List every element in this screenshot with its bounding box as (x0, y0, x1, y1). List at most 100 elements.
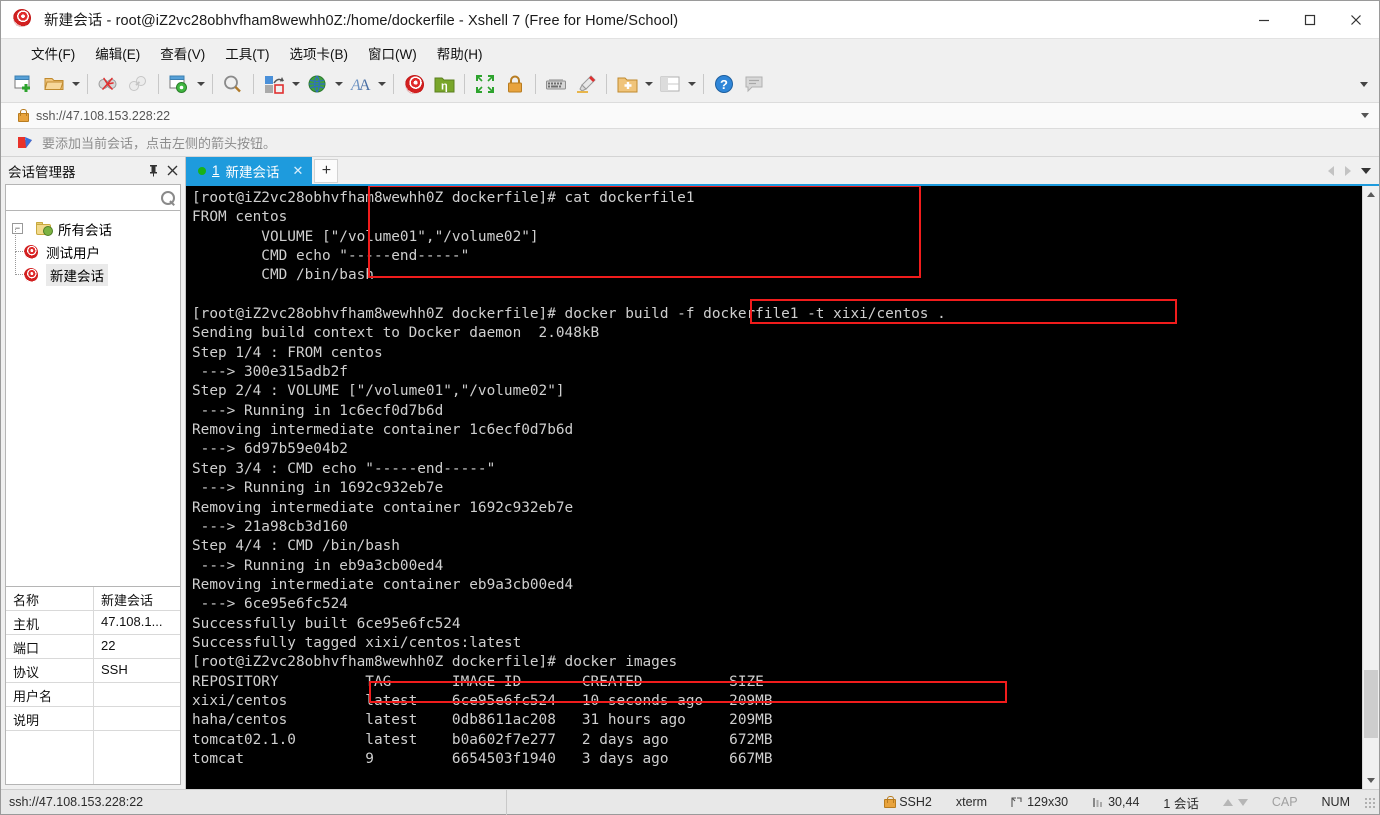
terminal-line: ---> 6ce95e6fc524 (192, 596, 348, 613)
menu-tools[interactable]: 工具(T) (215, 40, 279, 66)
search-icon[interactable] (160, 190, 176, 206)
tree-item-test-user[interactable]: 测试用户 (6, 229, 180, 263)
disconnect-icon[interactable] (93, 69, 123, 99)
session-search-box[interactable] (5, 184, 181, 211)
property-key: 说明 (6, 707, 94, 730)
session-icon (22, 265, 41, 284)
resize-grip[interactable] (1362, 795, 1376, 809)
property-value (94, 707, 180, 730)
minimize-button[interactable] (1241, 1, 1287, 39)
hint-bar: 要添加当前会话，点击左侧的箭头按钮。 (1, 129, 1379, 157)
maximize-button[interactable] (1287, 1, 1333, 39)
main-body: 会话管理器 − 所有会话 测试用户 新建会话 名称 新建会话 主机 47.108… (1, 157, 1379, 789)
status-size: 129x30 (999, 795, 1080, 809)
xshell-icon[interactable] (399, 69, 429, 99)
session-icon (22, 242, 41, 261)
terminal-line: xixi/centos latest 6ce95e6fc524 10 secon… (192, 692, 773, 709)
tree-item-label: 测试用户 (46, 245, 100, 261)
tree-root-all-sessions[interactable]: − 所有会话 (6, 217, 180, 240)
xftp-icon[interactable]: η (429, 69, 459, 99)
hint-text: 要添加当前会话，点击左侧的箭头按钮。 (42, 136, 277, 151)
tab-scroll-right-icon[interactable] (1340, 160, 1355, 182)
arrow-up-icon (1222, 798, 1233, 806)
toolbar-overflow-button[interactable] (1357, 69, 1371, 99)
tab-label: 新建会话 (225, 164, 280, 180)
close-button[interactable] (1333, 1, 1379, 39)
add-folder-dropdown-icon[interactable] (642, 69, 655, 99)
feedback-icon[interactable] (739, 69, 769, 99)
new-session-icon[interactable] (9, 69, 39, 99)
folder-settings-icon (36, 221, 53, 236)
tree-collapse-icon[interactable]: − (12, 223, 23, 234)
tab-scroll-left-icon[interactable] (1323, 160, 1338, 182)
menu-edit[interactable]: 编辑(E) (85, 40, 150, 66)
terminal-line: Successfully tagged xixi/centos:latest (192, 634, 522, 651)
close-panel-icon[interactable] (164, 161, 181, 181)
tab-close-icon[interactable]: ✕ (290, 163, 307, 179)
tab-list-icon[interactable] (1357, 160, 1375, 182)
menu-help[interactable]: 帮助(H) (427, 40, 493, 66)
scroll-down-button[interactable] (1363, 772, 1379, 789)
address-dropdown-icon[interactable] (1357, 113, 1373, 118)
font-icon[interactable]: A A (345, 69, 375, 99)
layout-icon[interactable] (655, 69, 685, 99)
terminal-line: CMD /bin/bash (192, 267, 374, 284)
toolbar: A A η ? (1, 66, 1379, 103)
property-row-empty (6, 731, 180, 784)
scrollbar-thumb[interactable] (1364, 669, 1378, 738)
layout-dropdown-icon[interactable] (685, 69, 698, 99)
highlight-icon[interactable] (571, 69, 601, 99)
tree-root-label: 所有会话 (58, 222, 112, 238)
property-key: 用户名 (6, 683, 94, 706)
open-folder-icon[interactable] (39, 69, 69, 99)
menu-view[interactable]: 查看(V) (150, 40, 215, 66)
toolbar-separator (535, 74, 536, 94)
tree-item-new-session[interactable]: 新建会话 (6, 252, 180, 286)
menu-window[interactable]: 窗口(W) (358, 40, 427, 66)
web-browser-icon[interactable] (302, 69, 332, 99)
tab-strip-controls (1323, 157, 1379, 184)
property-value: 新建会话 (101, 593, 154, 608)
menu-file[interactable]: 文件(F) (21, 40, 85, 66)
scroll-up-button[interactable] (1363, 186, 1379, 203)
transfer-file-icon[interactable] (259, 69, 289, 99)
font-dropdown-icon[interactable] (375, 69, 388, 99)
svg-text:η: η (441, 80, 448, 92)
status-num: NUM (1321, 795, 1350, 809)
terminal-line: ---> Running in 1692c932eb7e (192, 480, 444, 497)
fullscreen-icon[interactable] (470, 69, 500, 99)
session-tree: − 所有会话 测试用户 新建会话 (5, 211, 181, 587)
find-icon[interactable] (218, 69, 248, 99)
property-value: 22 (101, 638, 116, 653)
address-url: ssh://47.108.153.228:22 (36, 108, 171, 123)
menu-tab[interactable]: 选项卡(B) (280, 40, 359, 66)
web-browser-dropdown-icon[interactable] (332, 69, 345, 99)
pin-icon[interactable] (145, 161, 162, 181)
terminal-line: ---> Running in 1c6ecf0d7b6d (192, 402, 444, 419)
tab-status-dot (198, 166, 206, 175)
session-search-input[interactable] (10, 189, 160, 206)
reconnect-icon[interactable] (123, 69, 153, 99)
tab-new-session[interactable]: 1 新建会话 ✕ (186, 157, 313, 184)
scrollbar-track[interactable] (1363, 203, 1379, 772)
add-folder-icon[interactable] (612, 69, 642, 99)
new-tab-button[interactable]: + (314, 159, 339, 183)
app-icon (10, 6, 35, 31)
transfer-file-dropdown-icon[interactable] (289, 69, 302, 99)
session-properties-dropdown-icon[interactable] (194, 69, 207, 99)
property-row: 端口 22 (6, 635, 180, 659)
help-icon[interactable]: ? (709, 69, 739, 99)
toolbar-separator (158, 74, 159, 94)
terminal-scrollbar[interactable] (1362, 186, 1379, 789)
toolbar-separator (253, 74, 254, 94)
terminal-line: Step 1/4 : FROM centos (192, 344, 383, 361)
status-sessions: 1 会话 (1163, 796, 1199, 811)
keyboard-icon[interactable] (541, 69, 571, 99)
cursor-icon (1093, 797, 1103, 807)
address-bar[interactable]: ssh://47.108.153.228:22 (1, 103, 1379, 129)
terminal-output[interactable]: [root@iZ2vc28obhvfham8wewhh0Z dockerfile… (186, 186, 1362, 789)
property-row: 说明 (6, 707, 180, 731)
open-folder-dropdown-icon[interactable] (69, 69, 82, 99)
lock-icon[interactable] (500, 69, 530, 99)
session-properties-icon[interactable] (164, 69, 194, 99)
